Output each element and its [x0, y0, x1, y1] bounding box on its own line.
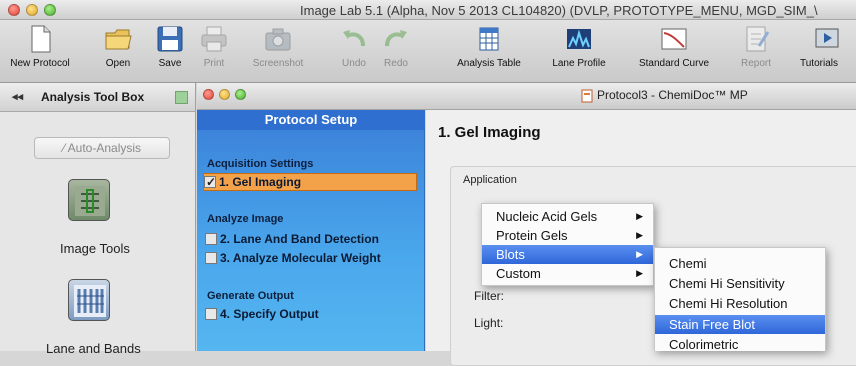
protocol-close-button[interactable] [203, 89, 214, 100]
image-tools-label[interactable]: Image Tools [60, 241, 130, 256]
print-button[interactable]: Print [196, 24, 232, 69]
screenshot-button[interactable]: Screenshot [244, 24, 312, 69]
new-protocol-button[interactable]: New Protocol [4, 24, 76, 69]
step-checkbox[interactable]: ✓ [204, 175, 217, 189]
analysis-table-button[interactable]: Analysis Table [448, 24, 530, 69]
application-menu: Nucleic Acid Gels ▶ Protein Gels ▶ Blots ▶ … [481, 203, 654, 286]
window-title: Image Lab 5.1 (Alpha, Nov 5 2013 CL10482… [300, 3, 818, 18]
lane-profile-button[interactable]: Lane Profile [546, 24, 612, 69]
folder-icon [105, 29, 132, 50]
zoom-window-button[interactable] [44, 4, 56, 16]
standard-curve-button[interactable]: Standard Curve [634, 24, 714, 69]
report-button[interactable]: Report [736, 24, 776, 69]
image-tools-icon[interactable] [68, 179, 110, 221]
table-icon [479, 27, 499, 51]
protocol-zoom-button[interactable] [235, 89, 246, 100]
analysis-tool-box: ◂◂ Analysis Tool Box ⁄ Auto-Analysis Ima… [0, 83, 196, 356]
protocol-window-title: Protocol3 - ChemiDoc™ MP [597, 88, 748, 102]
lane-profile-icon [567, 29, 591, 49]
submenu-arrow-icon: ▶ [636, 268, 643, 278]
standard-curve-icon [661, 28, 687, 50]
step-gel-imaging[interactable]: ✓ 1. Gel Imaging [203, 173, 417, 191]
app-title-bar: Image Lab 5.1 (Alpha, Nov 5 2013 CL10482… [0, 0, 856, 20]
step-analyze-molecular-weight[interactable]: 3. Analyze Molecular Weight [205, 250, 381, 268]
light-label: Light: [474, 316, 504, 330]
floppy-disk-icon [157, 26, 183, 52]
undo-icon [343, 30, 365, 47]
protocol-document-icon [581, 89, 593, 103]
redo-button[interactable]: Redo [378, 24, 414, 69]
submenu-item-colorimetric[interactable]: Colorimetric [655, 335, 825, 354]
menu-item-blots[interactable]: Blots ▶ [482, 245, 653, 264]
menu-item-custom[interactable]: Custom ▶ [482, 264, 653, 283]
step-lane-and-band-detection[interactable]: 2. Lane And Band Detection [205, 231, 379, 249]
protocol-window-title-bar: Protocol3 - ChemiDoc™ MP [197, 83, 856, 110]
section-acquisition-settings: Acquisition Settings [207, 158, 314, 170]
step-checkbox[interactable] [205, 252, 217, 264]
tutorials-icon [815, 28, 839, 48]
application-label: Application [463, 174, 517, 186]
close-window-button[interactable] [8, 4, 20, 16]
menu-item-nucleic-acid-gels[interactable]: Nucleic Acid Gels ▶ [482, 207, 653, 226]
new-document-icon [31, 25, 51, 53]
protocol-setup-header: Protocol Setup [197, 110, 425, 130]
pin-icon[interactable] [175, 91, 188, 104]
lane-and-bands-icon[interactable] [68, 279, 110, 321]
collapse-sidebar-icon[interactable]: ◂◂ [12, 90, 23, 103]
checkmark-icon: ✓ [206, 175, 217, 189]
filter-label: Filter: [474, 289, 504, 303]
tool-box-header: ◂◂ Analysis Tool Box [0, 83, 195, 112]
submenu-arrow-icon: ▶ [636, 230, 643, 240]
auto-analysis-button[interactable]: ⁄ Auto-Analysis [34, 137, 170, 159]
tutorials-button[interactable]: Tutorials [800, 24, 856, 69]
page-title: 1. Gel Imaging [438, 124, 541, 141]
submenu-item-chemi-hi-resolution[interactable]: Chemi Hi Resolution [655, 294, 825, 313]
protocol-minimize-button[interactable] [219, 89, 230, 100]
camera-icon [265, 28, 291, 51]
step-checkbox[interactable] [205, 233, 217, 245]
undo-button[interactable]: Undo [336, 24, 372, 69]
minimize-window-button[interactable] [26, 4, 38, 16]
submenu-arrow-icon: ▶ [636, 249, 643, 259]
protocol-setup-panel: Protocol Setup Acquisition Settings ✓ 1. … [197, 110, 425, 351]
open-button[interactable]: Open [96, 24, 140, 69]
menu-item-protein-gels[interactable]: Protein Gels ▶ [482, 226, 653, 245]
blots-submenu: Chemi Chemi Hi Sensitivity Chemi Hi Reso… [654, 247, 826, 354]
tool-box-title: Analysis Tool Box [41, 90, 145, 104]
submenu-item-chemi-hi-sensitivity[interactable]: Chemi Hi Sensitivity [655, 274, 825, 293]
submenu-item-chemi[interactable]: Chemi [655, 254, 825, 273]
printer-icon [201, 26, 227, 52]
section-analyze-image: Analyze Image [207, 213, 284, 225]
submenu-arrow-icon: ▶ [636, 211, 643, 221]
main-toolbar: New Protocol Open Save Print Screenshot … [0, 20, 856, 83]
report-icon [746, 26, 770, 52]
redo-icon [385, 30, 407, 47]
step-checkbox[interactable] [205, 308, 217, 320]
step-specify-output[interactable]: 4. Specify Output [205, 306, 319, 324]
save-button[interactable]: Save [150, 24, 190, 69]
submenu-item-stain-free-blot[interactable]: Stain Free Blot [655, 315, 825, 334]
lane-and-bands-label[interactable]: Lane and Bands [46, 341, 141, 356]
section-generate-output: Generate Output [207, 290, 294, 302]
